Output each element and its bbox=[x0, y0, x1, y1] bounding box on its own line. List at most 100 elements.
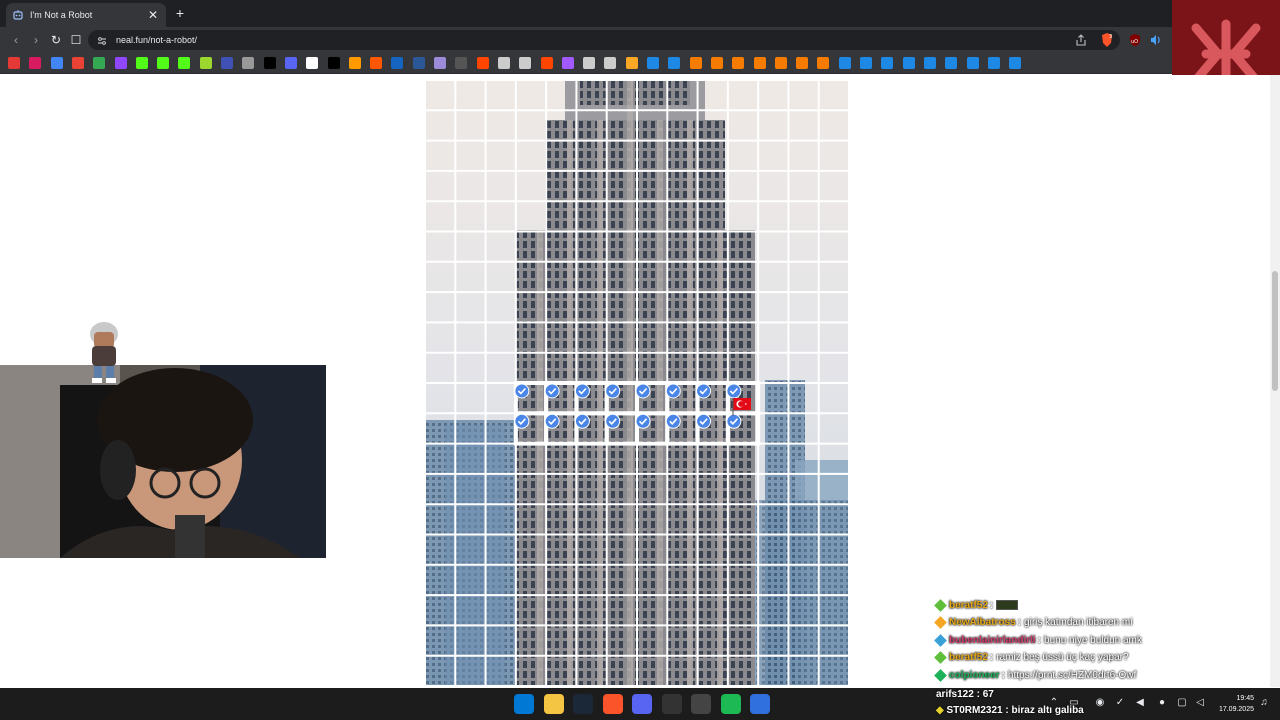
site-settings-icon[interactable] bbox=[96, 34, 108, 46]
taskbar-app-icon[interactable] bbox=[602, 694, 623, 714]
taskbar-app-icon[interactable] bbox=[632, 694, 652, 714]
microphone-icon[interactable]: ● bbox=[1156, 697, 1168, 709]
steam-tray-icon[interactable]: ◉ bbox=[1094, 697, 1106, 709]
speaker-icon[interactable]: ◀ bbox=[1134, 697, 1146, 709]
bookmark-icon[interactable] bbox=[434, 57, 446, 69]
bookmark-icon[interactable] bbox=[391, 57, 404, 69]
chat-message: NewAlbatross: giriş katından itibaren mi bbox=[934, 616, 1132, 630]
bookmark-icon[interactable] bbox=[625, 57, 638, 69]
close-tab-icon[interactable]: ✕ bbox=[146, 8, 160, 22]
bookmark-icon[interactable] bbox=[945, 57, 958, 69]
navigation-bar: ‹ › ↻ ☐ neal.fun/not-a-robot/ 3 uO bbox=[0, 27, 1280, 53]
webcam-overlay bbox=[0, 365, 326, 558]
bookmark-icon[interactable] bbox=[902, 57, 915, 69]
chat-badge-icon bbox=[934, 668, 947, 682]
bookmark-icon[interactable] bbox=[881, 57, 894, 69]
share-icon[interactable] bbox=[1074, 33, 1088, 47]
bookmark-icon[interactable] bbox=[93, 57, 106, 69]
captcha-image-grid[interactable] bbox=[425, 80, 849, 687]
bookmark-icon[interactable] bbox=[114, 57, 127, 69]
bookmark-icon[interactable] bbox=[519, 57, 532, 69]
bookmark-icon[interactable] bbox=[966, 57, 979, 69]
bookmark-icon[interactable] bbox=[817, 57, 830, 69]
bookmark-icon[interactable] bbox=[242, 57, 255, 69]
tab-not-a-robot[interactable]: I'm Not a Robot ✕ bbox=[6, 3, 166, 27]
taskbar-app-icon[interactable] bbox=[543, 694, 564, 714]
chat-ticker-line-1: arifs122 : 67 bbox=[936, 689, 994, 700]
bookmark-icon[interactable] bbox=[540, 57, 553, 69]
scrollbar-thumb[interactable] bbox=[1272, 271, 1278, 391]
bookmark-icon[interactable] bbox=[647, 57, 659, 69]
taskbar-app-icon[interactable] bbox=[750, 694, 770, 714]
bookmark-icon[interactable] bbox=[987, 57, 1000, 69]
bookmark-icon[interactable] bbox=[923, 57, 936, 69]
bookmark-icon[interactable] bbox=[689, 57, 702, 69]
bookmark-icon[interactable] bbox=[199, 57, 212, 69]
stream-chat: beratf52: NewAlbatross: giriş katından iti… bbox=[934, 598, 1236, 688]
chat-separator: : bbox=[1017, 617, 1022, 628]
bookmark-icon[interactable] bbox=[306, 57, 319, 69]
bookmark-icon[interactable] bbox=[412, 57, 425, 69]
empire-state-building-image bbox=[425, 80, 849, 687]
forward-button[interactable]: › bbox=[28, 32, 44, 48]
address-bar[interactable]: neal.fun/not-a-robot/ bbox=[88, 30, 1120, 50]
system-clock[interactable]: 19:45 17.09.2025 bbox=[1208, 693, 1254, 715]
bookmark-icon[interactable] bbox=[71, 57, 84, 69]
tab-title: I'm Not a Robot bbox=[30, 10, 93, 20]
bookmark-icon[interactable] bbox=[221, 57, 233, 69]
taskbar-app-icon[interactable] bbox=[661, 694, 682, 714]
taskbar-app-icon[interactable] bbox=[720, 694, 741, 714]
back-button[interactable]: ‹ bbox=[8, 32, 24, 48]
bookmark-icon[interactable] bbox=[604, 57, 617, 69]
clock-date: 17.09.2025 bbox=[1218, 706, 1254, 713]
taskbar-app-icon[interactable] bbox=[691, 694, 711, 714]
bookmark-page-button[interactable]: ☐ bbox=[68, 32, 84, 48]
bookmarks-bar bbox=[0, 53, 1280, 74]
bookmark-icon[interactable] bbox=[796, 57, 809, 69]
bookmark-icon[interactable] bbox=[157, 57, 170, 69]
bookmark-icon[interactable] bbox=[774, 57, 787, 69]
new-tab-button[interactable]: + bbox=[172, 5, 188, 21]
volume-icon[interactable]: ◁ bbox=[1194, 697, 1206, 709]
chat-username: colpioneer bbox=[949, 669, 1000, 681]
bookmark-icon[interactable] bbox=[732, 57, 745, 69]
tray-app-icon[interactable]: ✓ bbox=[1114, 697, 1126, 709]
bookmark-icon[interactable] bbox=[263, 57, 276, 69]
chat-separator: : bbox=[1037, 634, 1042, 646]
bookmark-icon[interactable] bbox=[476, 57, 489, 69]
bookmark-icon[interactable] bbox=[1009, 57, 1022, 69]
taskbar-app-icon[interactable] bbox=[514, 694, 534, 714]
bookmark-icon[interactable] bbox=[370, 57, 383, 69]
bookmark-icon[interactable] bbox=[50, 57, 63, 69]
bookmark-icon[interactable] bbox=[838, 57, 851, 69]
bookmark-icon[interactable] bbox=[583, 57, 596, 69]
reload-button[interactable]: ↻ bbox=[48, 32, 64, 48]
bookmark-icon[interactable] bbox=[8, 57, 20, 69]
robot-favicon-icon bbox=[12, 9, 24, 21]
brave-shields-icon[interactable]: 3 bbox=[1100, 32, 1114, 48]
svg-text:uO: uO bbox=[1131, 39, 1138, 45]
bookmark-icon[interactable] bbox=[753, 57, 766, 69]
audio-extension-icon[interactable] bbox=[1148, 33, 1162, 47]
monitor-icon[interactable]: ▢ bbox=[1176, 697, 1188, 709]
bookmark-icon[interactable] bbox=[327, 57, 340, 69]
page-scrollbar[interactable] bbox=[1270, 75, 1280, 687]
bookmark-icon[interactable] bbox=[561, 57, 574, 69]
chat-text: ramiz beş üssü üç kaç yapar? bbox=[996, 652, 1129, 663]
notification-bell-icon[interactable]: ♫ bbox=[1258, 697, 1270, 709]
ublock-icon[interactable]: uO bbox=[1128, 33, 1142, 47]
chat-ticker-line-2: ◆ ST0RM2321 : biraz altı galiba bbox=[936, 705, 1084, 716]
bookmark-icon[interactable] bbox=[135, 57, 148, 69]
bookmark-icon[interactable] bbox=[178, 57, 191, 69]
bookmark-icon[interactable] bbox=[497, 57, 510, 69]
bookmark-icon[interactable] bbox=[455, 57, 468, 69]
ticker-badge-icon: ◆ bbox=[936, 705, 947, 716]
bookmark-icon[interactable] bbox=[710, 57, 723, 69]
bookmark-icon[interactable] bbox=[860, 57, 872, 69]
bookmark-icon[interactable] bbox=[348, 57, 361, 69]
chat-badge-icon bbox=[934, 633, 947, 647]
bookmark-icon[interactable] bbox=[668, 57, 681, 69]
bookmark-icon[interactable] bbox=[29, 57, 42, 69]
bookmark-icon[interactable] bbox=[284, 57, 297, 69]
taskbar-app-icon[interactable] bbox=[573, 694, 593, 714]
